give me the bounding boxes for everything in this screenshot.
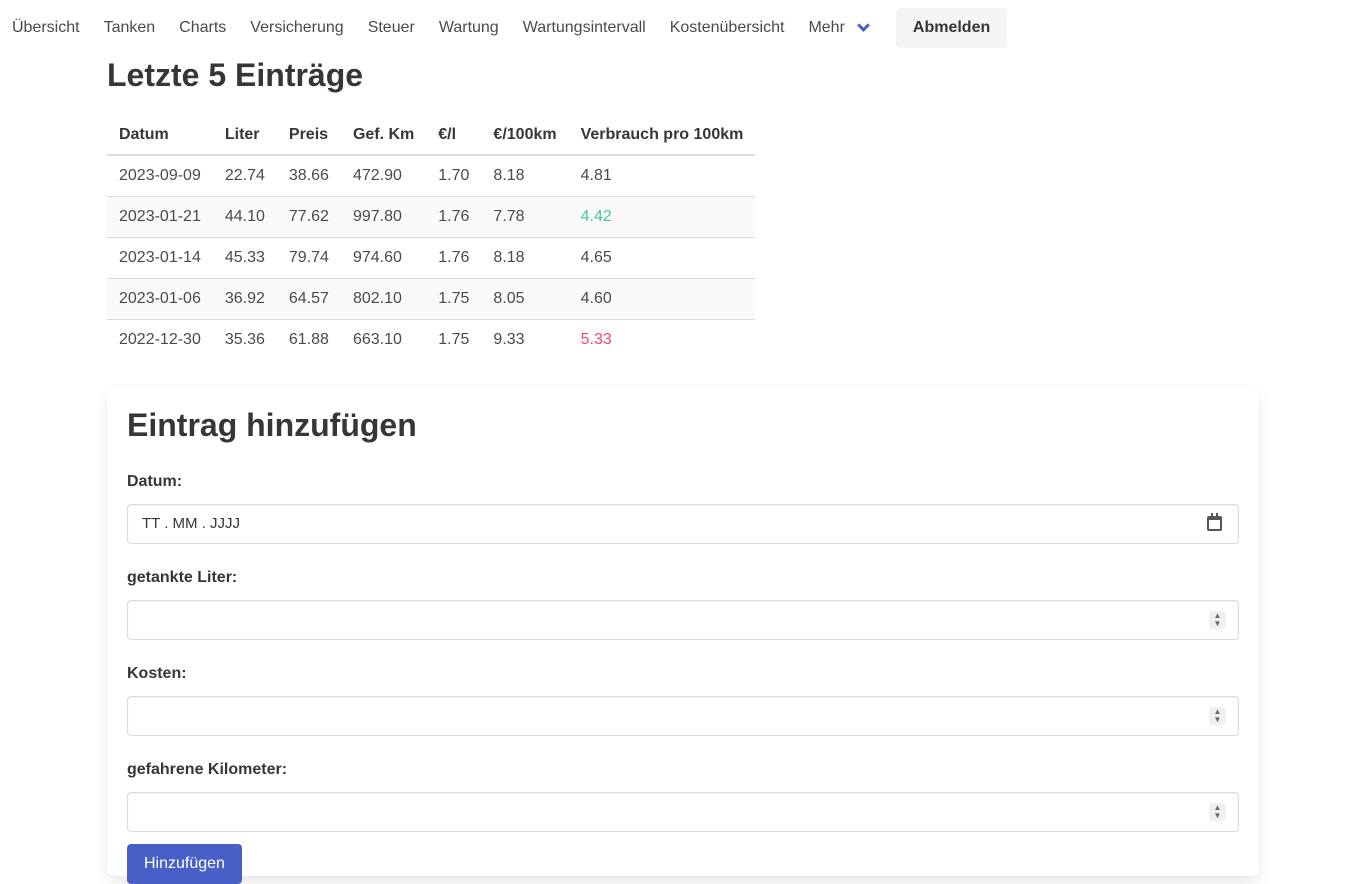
table-cell: 1.70 (426, 155, 482, 197)
nav-item-wartung[interactable]: Wartung (427, 0, 511, 56)
number-spinner-icon[interactable]: ▲ ▼ (1209, 611, 1226, 629)
nav-item-uebersicht[interactable]: Übersicht (0, 0, 92, 56)
recent-entries-table: Datum Liter Preis Gef. Km €/l €/100km Ve… (107, 115, 756, 360)
nav-more-dropdown[interactable]: Mehr (796, 0, 895, 56)
number-spinner-icon[interactable]: ▲ ▼ (1209, 707, 1226, 725)
nav-item-versicherung[interactable]: Versicherung (238, 0, 355, 56)
table-cell: 35.36 (224, 330, 265, 348)
km-field-wrapper: ▲ ▼ (127, 792, 1239, 832)
table-cell: 8.18 (481, 237, 569, 279)
table-header-row: Datum Liter Preis Gef. Km €/l €/100km Ve… (107, 115, 756, 156)
table-cell: 974.60 (340, 237, 427, 279)
table-cell: 45.33 (212, 237, 277, 279)
table-cell: 61.88 (288, 330, 329, 348)
table-cell: 64.57 (276, 278, 341, 320)
table-cell: 997.80 (340, 196, 427, 238)
table-cell: 663.10 (352, 330, 402, 348)
table-row: 2023-01-21 44.10 77.62 997.80 1.76 7.78 … (107, 196, 756, 238)
nav-item-steuer[interactable]: Steuer (356, 0, 427, 56)
date-placeholder: TT . MM . JJJJ (142, 515, 241, 532)
nav-item-charts[interactable]: Charts (167, 0, 238, 56)
table-cell: 7.78 (481, 196, 569, 238)
table-cell: 2022-12-30 (119, 330, 201, 348)
number-spinner-icon[interactable]: ▲ ▼ (1209, 803, 1226, 821)
km-input[interactable] (128, 793, 1188, 831)
table-cell: 4.81 (568, 155, 756, 197)
cost-field-wrapper: ▲ ▼ (127, 696, 1239, 736)
table-cell: 79.74 (276, 237, 341, 279)
nav-item-wartungsintervall[interactable]: Wartungsintervall (511, 0, 658, 56)
add-entry-button[interactable]: Hinzufügen (127, 844, 242, 884)
column-header-liter: Liter (212, 115, 277, 156)
date-field[interactable]: TT . MM . JJJJ (127, 504, 1239, 544)
km-label: gefahrene Kilometer: (127, 761, 288, 778)
table-cell: 1.76 (426, 196, 482, 238)
table-cell: 2023-09-09 (107, 155, 213, 197)
table-cell: 44.10 (212, 196, 277, 238)
table-cell: 2023-01-06 (107, 278, 213, 320)
recent-entries-section: Letzte 5 Einträge Datum Liter Preis Gef.… (107, 56, 1259, 360)
calendar-icon[interactable] (1207, 513, 1222, 531)
table-cell: 1.76 (426, 237, 482, 279)
table-row: 2023-09-09 22.74 38.66 472.90 1.70 8.18 … (107, 155, 756, 197)
table-cell-worst-consumption: 5.33 (580, 330, 612, 348)
table-row: 2022-12-30 35.36 61.88 663.10 1.75 9.33 … (107, 319, 755, 360)
column-header-euro-per-liter: €/l (426, 115, 482, 156)
cost-label: Kosten: (127, 665, 187, 682)
nav-more-label: Mehr (808, 19, 845, 36)
nav-item-tanken[interactable]: Tanken (92, 0, 168, 56)
logout-button[interactable]: Abmelden (895, 8, 1008, 48)
date-label: Datum: (127, 473, 183, 490)
liters-input[interactable] (128, 601, 1188, 639)
column-header-datum: Datum (107, 115, 213, 156)
table-cell: 2023-01-14 (107, 237, 213, 279)
table-row: 2023-01-14 45.33 79.74 974.60 1.76 8.18 … (107, 237, 756, 279)
table-cell: 802.10 (340, 278, 427, 320)
liters-label: getankte Liter: (127, 569, 238, 586)
table-cell-best-consumption: 4.42 (568, 196, 756, 238)
column-header-verbrauch: Verbrauch pro 100km (568, 115, 756, 156)
table-cell: 4.65 (568, 237, 756, 279)
table-cell: 2023-01-21 (107, 196, 213, 238)
column-header-preis: Preis (276, 115, 341, 156)
table-row: 2023-01-06 36.92 64.57 802.10 1.75 8.05 … (107, 278, 756, 320)
table-cell: 77.62 (276, 196, 341, 238)
cost-input[interactable] (128, 697, 1188, 735)
table-cell: 1.75 (426, 278, 482, 320)
table-cell: 4.60 (568, 278, 756, 320)
page-title: Letzte 5 Einträge (107, 57, 364, 93)
nav-item-kostenuebersicht[interactable]: Kostenübersicht (658, 0, 797, 56)
table-cell: 22.74 (212, 155, 277, 197)
table-cell: 8.18 (481, 155, 569, 197)
add-entry-form: Eintrag hinzufügen Datum: TT . MM . JJJJ… (107, 386, 1259, 884)
table-cell: 36.92 (212, 278, 277, 320)
table-cell: 9.33 (493, 330, 525, 348)
table-cell: 1.75 (438, 330, 470, 348)
top-navbar: Übersicht Tanken Charts Versicherung Ste… (0, 0, 1366, 56)
column-header-gef-km: Gef. Km (340, 115, 427, 156)
form-title: Eintrag hinzufügen (127, 407, 417, 443)
table-cell: 472.90 (340, 155, 427, 197)
column-header-euro-per-100km: €/100km (481, 115, 569, 156)
liters-field-wrapper: ▲ ▼ (127, 600, 1239, 640)
chevron-down-icon (857, 18, 870, 32)
table-cell: 8.05 (481, 278, 569, 320)
table-cell: 38.66 (276, 155, 341, 197)
